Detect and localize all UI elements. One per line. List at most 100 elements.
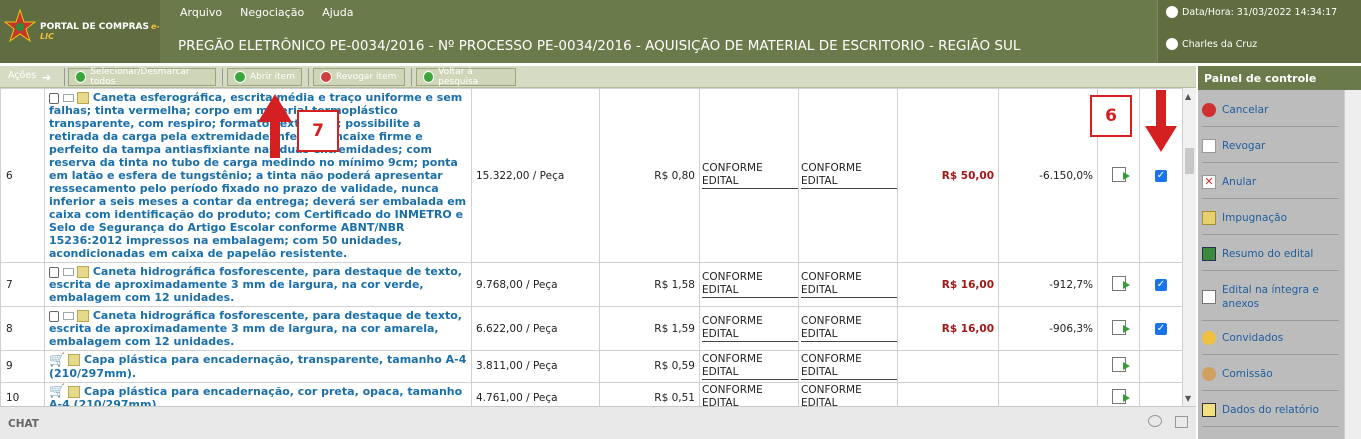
item-number: 9 xyxy=(0,350,45,383)
panel-comissao[interactable]: Comissão xyxy=(1202,357,1339,391)
annotation-arrow-down xyxy=(1145,90,1177,152)
select-all-button[interactable]: Selecionar/Desmarcar todos xyxy=(68,67,216,87)
chat-bubble-icon[interactable] xyxy=(1148,415,1162,427)
item-action[interactable] xyxy=(1097,381,1140,406)
open-document-icon[interactable] xyxy=(1111,388,1130,404)
menu-arquivo[interactable]: Arquivo xyxy=(180,6,222,19)
menu-negociacao[interactable]: Negociação xyxy=(240,6,304,19)
scroll-thumb[interactable] xyxy=(1185,148,1194,174)
table-row[interactable]: 8 Caneta hidrográfica fosforescente, par… xyxy=(0,306,1182,351)
item-number: 10 xyxy=(0,381,45,406)
logo-text: PORTAL DE COMPRAS e-LIC xyxy=(40,22,160,41)
scroll-down-icon[interactable]: ▼ xyxy=(1185,394,1191,403)
actions-label: Ações xyxy=(8,70,37,81)
notepad-icon xyxy=(77,310,89,322)
notepad-icon xyxy=(68,354,81,366)
item-condition-1: CONFORME EDITAL xyxy=(699,381,799,406)
panel-cancelar[interactable]: Cancelar xyxy=(1202,93,1339,127)
table-row[interactable]: 7 Caneta hidrográfica fosforescente, par… xyxy=(0,262,1182,307)
back-to-search-button[interactable]: Voltar à pesquisa xyxy=(416,67,516,87)
arrow-left-icon xyxy=(423,71,435,83)
item-condition-1: CONFORME EDITAL xyxy=(699,88,799,263)
item-description[interactable]: 🛒 Capa plástica para encadernação, trans… xyxy=(44,350,472,383)
panel-anular[interactable]: ✕ Anular xyxy=(1202,165,1339,199)
checkbox-checked[interactable]: ✓ xyxy=(1155,170,1167,182)
cancel-icon xyxy=(1202,102,1216,117)
item-select[interactable] xyxy=(1139,381,1182,406)
item-description[interactable]: Caneta hidrográfica fosforescente, para … xyxy=(44,262,472,307)
checkbox-checked[interactable]: ✓ xyxy=(1155,323,1167,335)
cart-icon: 🛒 xyxy=(49,352,66,368)
item-quantity: 9.768,00 / Peça xyxy=(471,262,600,307)
item-unit-price: R$ 0,51 xyxy=(599,381,700,406)
open-document-icon[interactable] xyxy=(1111,319,1130,335)
items-grid: 6 Caneta esferográfica, escrita média e … xyxy=(0,88,1182,406)
mail-icon xyxy=(63,94,74,102)
item-quantity: 3.811,00 / Peça xyxy=(471,350,600,383)
panel-dados-relatorio[interactable]: Dados do relatório xyxy=(1202,393,1339,427)
scroll-up-icon[interactable]: ▲ xyxy=(1185,92,1191,101)
lock-icon xyxy=(49,92,59,104)
item-action[interactable] xyxy=(1097,262,1140,307)
item-best-price: R$ 16,00 xyxy=(897,262,999,307)
table-row[interactable]: 6 Caneta esferográfica, escrita média e … xyxy=(0,88,1182,263)
user-info: Charles da Cruz xyxy=(1166,38,1257,50)
item-number: 7 xyxy=(0,262,45,307)
grid-scrollbar[interactable]: ▲ ▼ xyxy=(1182,88,1196,406)
open-document-icon[interactable] xyxy=(1111,166,1130,182)
menu-ajuda[interactable]: Ajuda xyxy=(322,6,353,19)
chat-label: CHAT xyxy=(8,418,39,430)
item-condition-2: CONFORME EDITAL xyxy=(798,350,898,383)
checkbox-checked[interactable]: ✓ xyxy=(1155,279,1167,291)
item-unit-price: R$ 1,59 xyxy=(599,306,700,351)
guests-icon xyxy=(1202,330,1216,345)
panel-impugnacao[interactable]: Impugnação xyxy=(1202,201,1339,235)
panel-resumo-edital[interactable]: Resumo do edital xyxy=(1202,237,1339,271)
chat-bar[interactable]: CHAT xyxy=(0,406,1196,439)
panel-scrollbar[interactable] xyxy=(1344,90,1361,439)
item-condition-1: CONFORME EDITAL xyxy=(699,306,799,351)
lock-icon xyxy=(49,266,59,278)
item-description[interactable]: 🛒 Capa plástica para encadernação, cor p… xyxy=(44,381,472,406)
window-icon[interactable] xyxy=(1175,416,1188,428)
item-select[interactable]: ✓ xyxy=(1139,262,1182,307)
item-condition-1: CONFORME EDITAL xyxy=(699,262,799,307)
committee-icon xyxy=(1202,366,1216,381)
control-panel-title: Painel de controle xyxy=(1198,66,1361,90)
item-unit-price: R$ 1,58 xyxy=(599,262,700,307)
table-row[interactable]: 10 🛒 Capa plástica para encadernação, cor… xyxy=(0,381,1182,406)
panel-edital-integra[interactable]: Edital na íntegra e anexos xyxy=(1202,273,1339,321)
notepad-icon xyxy=(77,266,89,278)
check-icon xyxy=(75,71,87,83)
item-select[interactable]: ✓ xyxy=(1139,306,1182,351)
item-action[interactable] xyxy=(1097,306,1140,351)
session-info: Data/Hora: 31/03/2022 14:34:17 Charles d… xyxy=(1157,0,1361,63)
open-document-icon[interactable] xyxy=(1111,275,1130,291)
panel-revogar[interactable]: Revogar xyxy=(1202,129,1339,163)
item-best-price xyxy=(897,381,999,406)
open-item-button[interactable]: Abrir item xyxy=(227,68,302,86)
table-row[interactable]: 9 🛒 Capa plástica para encadernação, tran… xyxy=(0,350,1182,383)
revoke-icon xyxy=(1202,138,1216,153)
item-number: 6 xyxy=(0,88,45,263)
datetime: Data/Hora: 31/03/2022 14:34:17 xyxy=(1166,6,1337,18)
item-action[interactable] xyxy=(1097,350,1140,383)
edit-icon xyxy=(1202,210,1216,225)
logo: PORTAL DE COMPRAS e-LIC xyxy=(0,0,160,63)
item-percent: -906,3% xyxy=(998,306,1098,351)
item-percent: -6.150,0% xyxy=(998,88,1098,263)
mail-icon xyxy=(63,312,74,320)
check-icon xyxy=(234,71,246,83)
item-description[interactable]: Caneta hidrográfica fosforescente, para … xyxy=(44,306,472,351)
star-logo-icon xyxy=(4,8,36,43)
notepad-icon xyxy=(77,92,89,104)
main-menu: Arquivo Negociação Ajuda xyxy=(180,6,353,19)
item-condition-2: CONFORME EDITAL xyxy=(798,88,898,263)
panel-convidados[interactable]: Convidados xyxy=(1202,321,1339,355)
user-icon xyxy=(1166,38,1178,50)
open-document-icon[interactable] xyxy=(1111,357,1130,373)
item-select[interactable] xyxy=(1139,350,1182,383)
page-title: PREGÃO ELETRÔNICO PE-0034/2016 - Nº PROC… xyxy=(178,38,1021,54)
revoke-item-button[interactable]: Revogar item xyxy=(313,68,405,86)
item-condition-2: CONFORME EDITAL xyxy=(798,381,898,406)
